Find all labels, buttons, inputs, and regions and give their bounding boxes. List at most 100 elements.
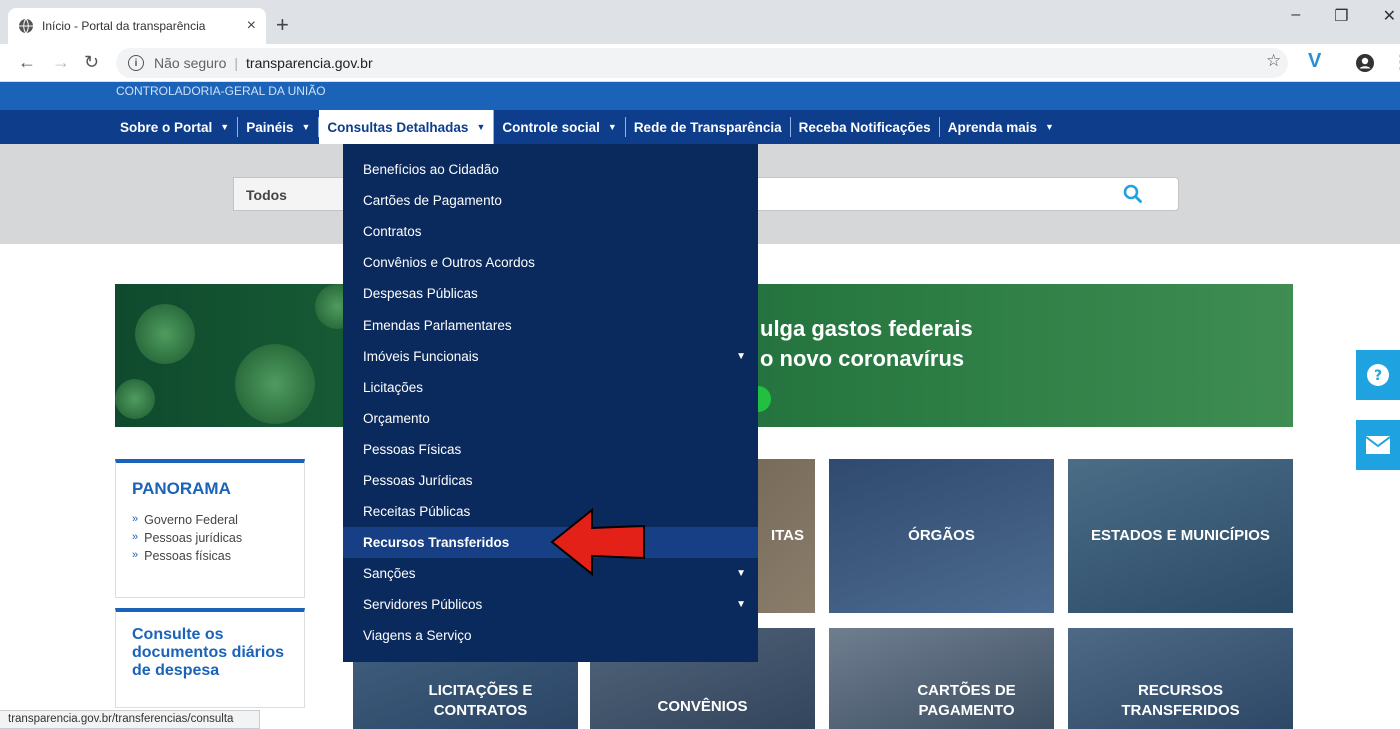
status-bar: transparencia.gov.br/transferencias/cons… <box>0 710 260 729</box>
tile-label: ITAS <box>770 527 805 544</box>
menu-icon[interactable]: ⋮ <box>1392 52 1400 73</box>
forward-icon[interactable]: → <box>52 52 70 73</box>
omnibox[interactable]: i Não seguro | transparencia.gov.br <box>116 48 1288 78</box>
url-text: transparencia.gov.br <box>246 55 373 71</box>
consultas-dropdown: Benefícios ao Cidadão Cartões de Pagamen… <box>343 144 758 662</box>
nav-consultas-detalhadas[interactable]: Consultas Detalhadas ▼ <box>319 110 495 144</box>
menu-item-label: Convênios e Outros Acordos <box>363 255 535 271</box>
restore-button[interactable]: ❐ <box>1334 6 1348 26</box>
caret-down-icon: ▼ <box>301 122 311 132</box>
menu-item-label: Pessoas Físicas <box>363 441 462 457</box>
insecure-label: Não seguro <box>154 55 227 71</box>
tab-close-icon[interactable]: × <box>247 17 256 35</box>
nav-label: Receba Notificações <box>798 119 931 135</box>
banner-line-1: ulga gastos federais <box>760 316 973 341</box>
tile-label: CONVÊNIOS <box>657 697 748 715</box>
link-label: Governo Federal <box>144 513 238 527</box>
menu-item-contratos[interactable]: Contratos <box>343 216 758 247</box>
menu-item-label: Contratos <box>363 224 422 240</box>
nav-label: Rede de Transparência <box>633 119 782 135</box>
help-button[interactable]: ? <box>1356 350 1400 400</box>
nav-sobre-o-portal[interactable]: Sobre o Portal ▼ <box>112 117 239 137</box>
menu-item-label: Cartões de Pagamento <box>363 193 502 209</box>
red-arrow-icon <box>550 507 645 576</box>
main-nav: Sobre o Portal ▼ Painéis ▼ Consultas Detal… <box>0 110 1400 144</box>
menu-item-cartoes[interactable]: Cartões de Pagamento <box>343 185 758 216</box>
nav-label: Controle social <box>502 119 600 135</box>
menu-item-pessoas-juridicas[interactable]: Pessoas Jurídicas <box>343 465 758 496</box>
tile-label: CARTÕES DE PAGAMENTO <box>917 681 1016 719</box>
menu-item-label: Receitas Públicas <box>363 504 471 520</box>
panorama-title: PANORAMA <box>132 479 231 498</box>
link-label: Pessoas físicas <box>144 549 231 563</box>
tile-orgaos[interactable]: ÓRGÃOS <box>829 459 1054 613</box>
status-url: transparencia.gov.br/transferencias/cons… <box>8 713 234 725</box>
close-window-button[interactable]: ✕ <box>1383 6 1396 26</box>
new-tab-button[interactable]: + <box>276 12 289 38</box>
nav-paineis[interactable]: Painéis ▼ <box>238 117 320 137</box>
nav-receba-notificacoes[interactable]: Receba Notificações <box>791 117 940 137</box>
omnibox-divider: | <box>234 55 239 71</box>
svg-text:?: ? <box>1374 368 1382 384</box>
contact-button[interactable] <box>1356 420 1400 470</box>
back-icon[interactable]: ← <box>18 52 36 73</box>
raquo-icon: » <box>132 513 139 525</box>
menu-item-pessoas-fisicas[interactable]: Pessoas Físicas <box>343 434 758 465</box>
caret-down-icon: ▼ <box>476 122 486 132</box>
agency-strip: CONTROLADORIA-GERAL DA UNIÃO <box>0 82 1400 110</box>
menu-item-servidores[interactable]: Servidores Públicos ▼ <box>343 589 758 620</box>
help-icon: ? <box>1367 364 1389 386</box>
caret-down-icon: ▼ <box>1044 122 1054 132</box>
menu-item-emendas[interactable]: Emendas Parlamentares <box>343 309 758 340</box>
tile-cartoes-pagamento[interactable]: CARTÕES DE PAGAMENTO <box>829 628 1054 729</box>
nav-label: Sobre o Portal <box>120 119 213 135</box>
nav-label: Aprenda mais <box>947 119 1037 135</box>
caret-down-icon: ▼ <box>220 122 230 132</box>
tab-title: Início - Portal da transparência <box>42 19 206 33</box>
window-controls: – ❐ ✕ <box>1291 6 1400 26</box>
reload-icon[interactable]: ↻ <box>84 52 99 73</box>
search-icon <box>1123 184 1142 203</box>
info-icon[interactable]: i <box>128 55 144 71</box>
menu-item-convenios[interactable]: Convênios e Outros Acordos <box>343 247 758 278</box>
banner-text: ulga gastos federais o novo coronavírus <box>760 314 973 374</box>
link-label: Pessoas jurídicas <box>144 531 243 545</box>
panorama-link-pf[interactable]: » Pessoas físicas <box>132 549 288 563</box>
menu-item-label: Sanções <box>363 566 416 582</box>
menu-item-imoveis[interactable]: Imóveis Funcionais ▼ <box>343 341 758 372</box>
tile-label: ESTADOS E MUNICÍPIOS <box>1091 527 1270 544</box>
mail-icon <box>1365 436 1391 454</box>
nav-label: Consultas Detalhadas <box>327 119 469 135</box>
consulte-card[interactable]: Consulte os documentos diários de despes… <box>115 608 305 708</box>
panorama-card: PANORAMA » Governo Federal » Pessoas juríd… <box>115 459 305 598</box>
menu-item-orcamento[interactable]: Orçamento <box>343 403 758 434</box>
menu-item-label: Servidores Públicos <box>363 597 483 613</box>
browser-tab[interactable]: Início - Portal da transparência × <box>8 8 266 44</box>
panorama-link-pj[interactable]: » Pessoas jurídicas <box>132 531 288 545</box>
caret-down-icon: ▼ <box>736 350 746 362</box>
menu-item-label: Viagens a Serviço <box>363 628 472 644</box>
tile-label: ÓRGÃOS <box>908 527 975 544</box>
nav-rede-de-transparencia[interactable]: Rede de Transparência <box>626 117 791 137</box>
tile-label: LICITAÇÕES E CONTRATOS <box>428 681 533 719</box>
agency-name[interactable]: CONTROLADORIA-GERAL DA UNIÃO <box>116 84 326 98</box>
extension-icon[interactable]: V <box>1308 50 1321 73</box>
banner-line-2: o novo coronavírus <box>760 346 965 371</box>
tile-estados-municipios[interactable]: ESTADOS E MUNICÍPIOS <box>1068 459 1293 613</box>
menu-item-beneficios[interactable]: Benefícios ao Cidadão <box>343 154 758 185</box>
nav-controle-social[interactable]: Controle social ▼ <box>494 117 626 137</box>
panorama-link-governo[interactable]: » Governo Federal <box>132 513 288 527</box>
tile-label: RECURSOS TRANSFERIDOS <box>1121 681 1240 719</box>
tile-recursos-transferidos[interactable]: RECURSOS TRANSFERIDOS <box>1068 628 1293 729</box>
menu-item-despesas[interactable]: Despesas Públicas <box>343 278 758 309</box>
search-button[interactable] <box>1118 180 1148 208</box>
search-scope-select[interactable]: Todos <box>233 177 345 211</box>
minimize-button[interactable]: – <box>1291 6 1300 26</box>
browser-tab-bar: Início - Portal da transparência × + – ❐… <box>0 0 1400 44</box>
nav-aprenda-mais[interactable]: Aprenda mais ▼ <box>940 117 1062 137</box>
menu-item-licitacoes[interactable]: Licitações <box>343 372 758 403</box>
star-icon[interactable]: ☆ <box>1266 51 1281 71</box>
consulte-text: Consulte os documentos diários de despes… <box>132 626 285 679</box>
account-icon[interactable] <box>1355 53 1375 73</box>
menu-item-viagens[interactable]: Viagens a Serviço <box>343 620 758 651</box>
